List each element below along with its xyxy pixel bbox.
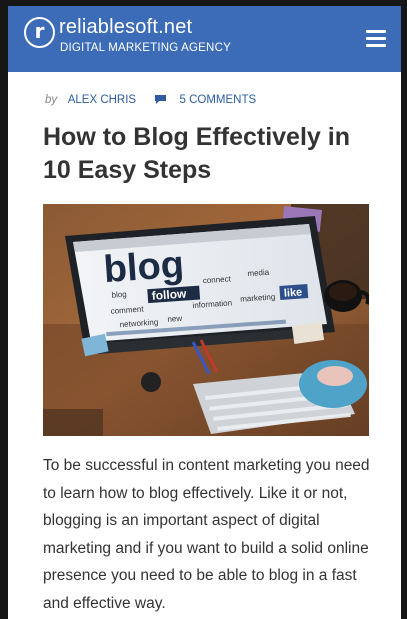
logo-letter: r (34, 19, 45, 43)
image-word-like: like (283, 286, 302, 299)
site-tagline: DIGITAL MARKETING AGENCY (60, 42, 231, 54)
author-link[interactable]: ALEX CHRIS (68, 94, 136, 106)
by-label: by (45, 94, 58, 106)
post-hero-image: blog blog follow connect media comment i… (43, 204, 369, 436)
page: r reliablesoft.net DIGITAL MARKETING AGE… (8, 6, 401, 619)
browser-frame: r reliablesoft.net DIGITAL MARKETING AGE… (0, 0, 407, 619)
image-word-follow: follow (151, 286, 187, 302)
post-intro: To be successful in content marketing yo… (43, 457, 370, 612)
site-name[interactable]: reliablesoft.net (59, 16, 192, 38)
post-title: How to Blog Effectively in 10 Easy Steps (43, 123, 350, 184)
image-word-media: media (247, 268, 270, 279)
site-header: r reliablesoft.net DIGITAL MARKETING AGE… (8, 6, 401, 72)
hamburger-menu-icon[interactable] (366, 30, 388, 48)
logo-icon[interactable]: r (24, 17, 55, 48)
comment-icon (155, 95, 167, 104)
image-word-blog: blog (102, 244, 185, 291)
post-meta: by ALEX CHRIS 5 COMMENTS (45, 93, 256, 107)
comments-link[interactable]: 5 COMMENTS (180, 94, 257, 106)
image-word-blog-small: blog (111, 290, 127, 300)
image-word-new: new (167, 314, 182, 324)
